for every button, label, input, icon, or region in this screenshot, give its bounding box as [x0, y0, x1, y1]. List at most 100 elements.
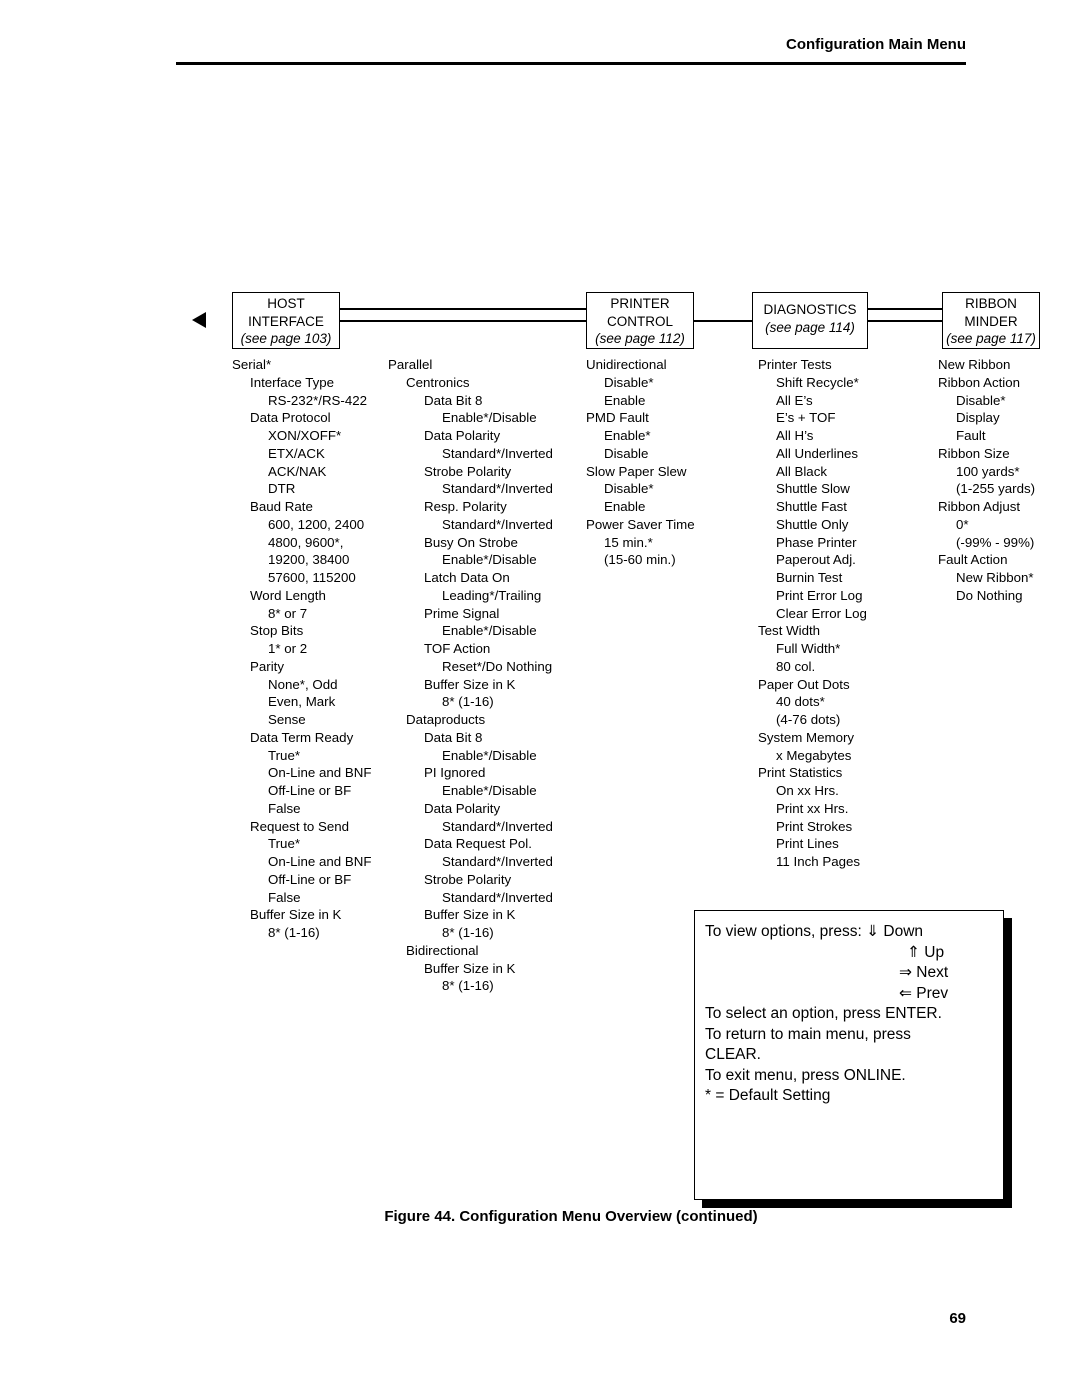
instruction-line-6: To return to main menu, press [705, 1025, 911, 1043]
menu-item: Enable*/Disable [442, 410, 537, 426]
menu-item: 57600, 115200 [268, 570, 356, 585]
box-ribbon-minder-page-ref: (see page 117) [946, 331, 1036, 346]
menu-item: E’s + TOF [776, 410, 836, 426]
menu-item: Shuttle Fast [776, 499, 847, 514]
flow-arrow-icon [192, 312, 206, 328]
menu-item: Enable*/Disable [442, 552, 537, 568]
box-ribbon-minder-line2: MINDER [964, 313, 1018, 329]
menu-item: All Black [776, 463, 827, 479]
menu-item: Baud Rate [250, 499, 313, 514]
menu-item: x Megabytes [776, 747, 852, 763]
box-host-interface[interactable]: HOST INTERFACE (see page 103) [232, 292, 340, 349]
menu-item: Data Polarity [424, 800, 501, 816]
column-ribbon-minder: New Ribbon Ribbon Action Disable* Display Fa… [938, 356, 1035, 605]
menu-item: Buffer Size in K [424, 907, 516, 923]
box-diagnostics[interactable]: DIAGNOSTICS (see page 114) [752, 292, 868, 349]
box-printer-control[interactable]: PRINTER CONTROL (see page 112) [586, 292, 694, 349]
menu-item: Off-Line or BF [268, 783, 352, 798]
menu-item: Printer Tests [758, 357, 832, 372]
menu-item: Data Bit 8 [424, 392, 483, 408]
box-printer-control-line2: CONTROL [606, 313, 673, 329]
menu-item: All H’s [776, 428, 814, 443]
menu-item: Ribbon Size [938, 445, 1010, 461]
menu-item: Strobe Polarity [424, 871, 512, 887]
menu-item: Bidirectional [406, 942, 479, 958]
menu-item: Strobe Polarity [424, 463, 512, 479]
menu-item: Print Lines [776, 836, 839, 852]
menu-item: All E’s [776, 392, 813, 408]
menu-item: Standard*/Inverted [442, 481, 553, 497]
column-host-serial: Serial* Interface Type RS-232*/RS-422 Data … [232, 356, 371, 942]
instruction-line-9: * = Default Setting [705, 1087, 831, 1104]
page-number: 69 [949, 1310, 966, 1327]
menu-item: On-Line and BNF [268, 854, 372, 869]
menu-item: Shuttle Slow [776, 481, 850, 497]
menu-item: 8* or 7 [268, 605, 308, 621]
menu-item: Print xx Hrs. [776, 800, 849, 816]
menu-item: ETX/ACK [268, 445, 325, 461]
menu-item: Reset*/Do Nothing [442, 658, 553, 674]
menu-item: Buffer Size in K [250, 907, 342, 923]
menu-item: PI Ignored [424, 765, 486, 781]
menu-item: RS-232*/RS-422 [268, 392, 368, 408]
menu-item: 8* (1-16) [442, 978, 494, 994]
menu-item: PMD Fault [586, 410, 649, 426]
instruction-up-key: ⇑ Up [907, 943, 945, 961]
menu-item: Off-Line or BF [268, 871, 352, 887]
menu-item: Even, Mark [268, 694, 336, 710]
menu-item: Buffer Size in K [424, 676, 516, 692]
menu-item: Word Length [250, 587, 326, 603]
menu-item: Fault Action [938, 552, 1008, 568]
menu-item: Phase Printer [776, 534, 857, 550]
menu-item: Ribbon Action [938, 374, 1021, 390]
menu-item: New Ribbon [938, 357, 1011, 372]
instruction-prev-key: ⇐ Prev [899, 984, 949, 1002]
instruction-box: To view options, press: ⇓ Down ⇑ Up ⇒ Ne… [694, 910, 1004, 1200]
menu-item: Enable* [604, 428, 651, 443]
menu-item: 40 dots* [776, 694, 825, 710]
box-host-interface-page-ref: (see page 103) [240, 331, 332, 346]
column-diagnostics: Printer Tests Shift Recycle* All E’s E’s + … [758, 356, 867, 871]
menu-item: Serial* [232, 357, 272, 372]
menu-item: Latch Data On [424, 570, 510, 585]
menu-item: Data Term Ready [250, 729, 354, 745]
menu-item: (4-76 dots) [776, 712, 841, 727]
menu-item: Burnin Test [776, 570, 843, 585]
menu-item: Full Width* [776, 641, 841, 656]
menu-item: 100 yards* [956, 463, 1020, 479]
menu-item: TOF Action [424, 641, 491, 656]
box-diagnostics-page-ref: (see page 114) [765, 319, 855, 335]
instruction-line-5: To select an option, press ENTER. [705, 1005, 942, 1022]
menu-item: 4800, 9600*, [268, 534, 344, 550]
menu-item: Clear Error Log [776, 605, 867, 621]
menu-item: Paperout Adj. [776, 552, 856, 568]
menu-item: Enable*/Disable [442, 623, 537, 639]
box-ribbon-minder[interactable]: RIBBON MINDER (see page 117) [942, 292, 1040, 349]
instruction-line-1: To view options, press: ⇓ Down [701, 922, 1003, 943]
menu-item: Data Polarity [424, 428, 501, 443]
menu-item: Prime Signal [424, 605, 500, 621]
menu-item: DTR [268, 481, 296, 497]
menu-item: Enable*/Disable [442, 747, 537, 763]
menu-item: Interface Type [250, 374, 335, 390]
connector-printer-to-diagnostics [690, 320, 756, 322]
menu-item: Enable*/Disable [442, 783, 537, 798]
box-diagnostics-line1: DIAGNOSTICS [763, 302, 857, 317]
menu-item: Print Statistics [758, 765, 843, 781]
menu-item: Disable* [604, 374, 654, 390]
menu-item: None*, Odd [268, 676, 338, 692]
connector-host-top [336, 308, 590, 310]
instruction-line-8: To exit menu, press ONLINE. [705, 1066, 906, 1084]
menu-item: System Memory [758, 729, 855, 745]
menu-item: Standard*/Inverted [442, 854, 553, 869]
menu-item: 8* (1-16) [442, 694, 494, 710]
menu-item: 8* (1-16) [268, 925, 320, 940]
menu-item: On xx Hrs. [776, 783, 839, 798]
menu-item: Display [956, 410, 1000, 426]
box-host-interface-line2: INTERFACE [248, 313, 324, 329]
page-title: Configuration Main Menu [786, 36, 966, 53]
menu-item: Power Saver Time [586, 516, 695, 532]
menu-item: Fault [956, 428, 986, 443]
menu-item: Resp. Polarity [424, 499, 507, 514]
menu-item: Standard*/Inverted [442, 445, 553, 461]
